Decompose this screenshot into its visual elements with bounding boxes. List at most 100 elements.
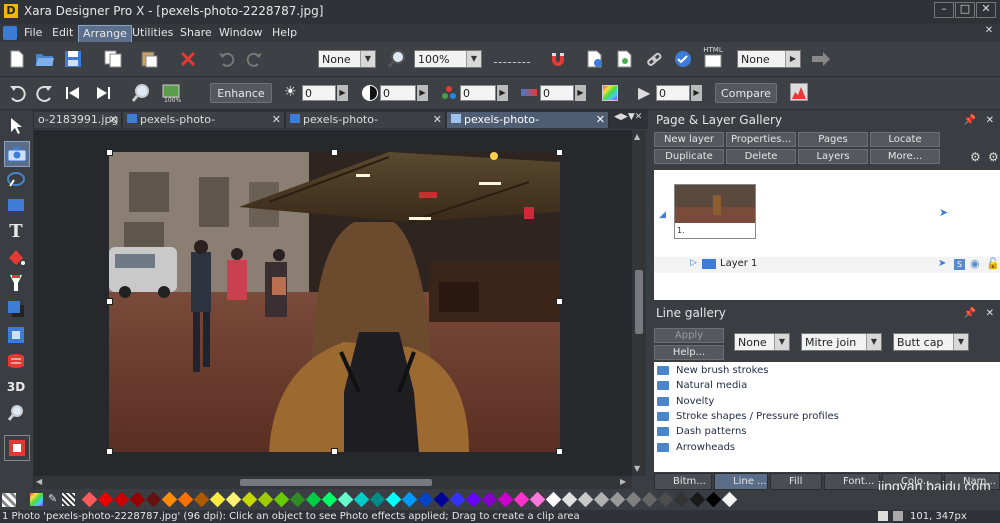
chevron-down-icon[interactable]: ▶ [785, 51, 800, 67]
layer-row[interactable]: ▷ Layer 1 ➤ S ◉ 🔓 [654, 257, 1000, 273]
duplicate-button[interactable]: Duplicate [654, 149, 724, 164]
temperature-slider-button[interactable]: ▶ [575, 85, 586, 101]
selection-handle[interactable] [556, 298, 563, 305]
layer-snap-icon[interactable]: S [954, 259, 965, 270]
gallery-tab-font[interactable]: Font... [824, 473, 880, 490]
colour-swatch[interactable] [353, 491, 370, 508]
doc-icon[interactable] [3, 26, 17, 40]
gallery-settings-icon[interactable]: ⚙ [988, 150, 999, 164]
previous-photo-icon[interactable] [62, 82, 84, 104]
join-combo[interactable]: Mitre join ▼ [801, 333, 882, 351]
expand-page-icon[interactable]: ◢ [659, 210, 666, 220]
menu-window[interactable]: Window [215, 25, 266, 41]
minimize-button[interactable]: – [934, 2, 954, 18]
zoom-tool-icon[interactable] [386, 48, 408, 70]
colour-swatch[interactable] [433, 491, 450, 508]
photo-zoom-icon[interactable] [130, 82, 152, 104]
brightness-slider-button[interactable]: ▶ [337, 85, 348, 101]
cap-combo[interactable]: Butt cap ▼ [893, 333, 969, 351]
color-effects-icon[interactable] [602, 85, 618, 101]
undo-icon[interactable] [215, 48, 237, 70]
menu-close-icon[interactable]: ✕ [982, 25, 996, 39]
colour-swatch[interactable] [257, 491, 274, 508]
pin-icon[interactable]: 📌 [964, 112, 976, 129]
pattern-icon[interactable] [62, 493, 75, 506]
colour-swatch[interactable] [705, 491, 722, 508]
gallery-folder[interactable]: Arrowheads [654, 440, 966, 455]
zoom-combo[interactable]: 100% ▼ [414, 50, 482, 68]
3d-tool-icon[interactable]: 3D [4, 375, 28, 399]
gallery-folder[interactable]: New brush strokes [654, 363, 966, 378]
chevron-down-icon[interactable]: ▼ [953, 334, 968, 350]
eyedropper-icon[interactable]: ✎ [48, 492, 57, 505]
brightness-field[interactable]: 0 [302, 85, 336, 101]
colour-swatch[interactable] [129, 491, 146, 508]
layer-select-icon[interactable]: ➤ [938, 258, 946, 269]
fade-slider-button[interactable]: ▶ [691, 85, 702, 101]
colour-swatch[interactable] [593, 491, 610, 508]
colour-swatch[interactable] [545, 491, 562, 508]
menu-help[interactable]: Help [268, 25, 301, 41]
colour-swatch[interactable] [145, 491, 162, 508]
doc-tab[interactable]: pexels-photo-2208210.jpg ✕ [123, 112, 285, 142]
colour-swatch[interactable] [113, 491, 130, 508]
chevron-down-icon[interactable]: ▼ [774, 334, 789, 350]
colour-swatch[interactable] [513, 491, 530, 508]
open-icon[interactable] [34, 48, 56, 70]
gallery-folder[interactable]: Natural media [654, 378, 966, 393]
colour-swatch[interactable] [385, 491, 402, 508]
colour-swatch[interactable] [241, 491, 258, 508]
fade-field[interactable]: 0 [656, 85, 690, 101]
selection-handle[interactable] [331, 448, 338, 455]
colour-swatch[interactable] [529, 491, 546, 508]
next-photo-icon[interactable] [92, 82, 114, 104]
enhance-button[interactable]: Enhance [210, 83, 272, 103]
close-button[interactable]: ✕ [976, 2, 996, 18]
selection-handle[interactable] [331, 149, 338, 156]
colour-swatch[interactable] [481, 491, 498, 508]
colour-swatch[interactable] [337, 491, 354, 508]
gallery-tab-fill[interactable]: Fill g... [770, 473, 822, 502]
ruler-icon[interactable] [494, 56, 530, 63]
pin-icon[interactable]: 📌 [964, 305, 976, 322]
paste-icon[interactable] [138, 48, 160, 70]
contrast-slider-button[interactable]: ▶ [417, 85, 428, 101]
close-icon[interactable]: ✕ [986, 112, 994, 129]
close-icon[interactable]: ✕ [433, 112, 442, 128]
chevron-down-icon[interactable]: ▼ [466, 51, 481, 67]
colour-swatch[interactable] [177, 491, 194, 508]
redo-icon[interactable] [244, 48, 266, 70]
chevron-down-icon[interactable]: ▼ [360, 51, 375, 67]
gallery-folder[interactable]: Stroke shapes / Pressure profiles [654, 409, 966, 424]
doc-tab[interactable]: pexels-photo-2227959.jpg ✕ [286, 112, 446, 142]
colour-swatch[interactable] [449, 491, 466, 508]
scroll-thumb[interactable] [635, 270, 643, 334]
colour-swatch[interactable] [673, 491, 690, 508]
colour-swatch[interactable] [305, 491, 322, 508]
selection-handle[interactable] [556, 149, 563, 156]
photo-object[interactable] [109, 152, 560, 452]
colour-swatch[interactable] [465, 491, 482, 508]
layers-button[interactable]: Layers [798, 149, 868, 164]
colour-swatch[interactable] [289, 491, 306, 508]
temperature-field[interactable]: 0 [540, 85, 574, 101]
colour-swatch[interactable] [657, 491, 674, 508]
selection-handle[interactable] [556, 448, 563, 455]
colour-swatch[interactable] [689, 491, 706, 508]
gallery-options-icon[interactable]: ⚙ [970, 150, 981, 164]
zoom-icon[interactable] [4, 401, 28, 425]
expand-layer-icon[interactable]: ▷ [690, 258, 697, 268]
eye-icon[interactable]: ◉ [970, 257, 980, 270]
colour-swatch[interactable] [721, 491, 738, 508]
selection-handle[interactable] [106, 149, 113, 156]
web-combo[interactable]: None ▶ [737, 50, 801, 68]
colour-swatch[interactable] [225, 491, 242, 508]
scroll-thumb[interactable] [240, 479, 432, 486]
horizontal-scrollbar[interactable]: ◀ ▶ [34, 476, 632, 489]
mould-tool-icon[interactable] [4, 349, 28, 373]
text-tool-icon[interactable]: T [4, 219, 28, 243]
rotate-right-icon[interactable] [34, 82, 56, 104]
menu-share[interactable]: Share [176, 25, 216, 41]
colour-swatch[interactable] [369, 491, 386, 508]
transparency-tool-icon[interactable] [4, 271, 28, 295]
